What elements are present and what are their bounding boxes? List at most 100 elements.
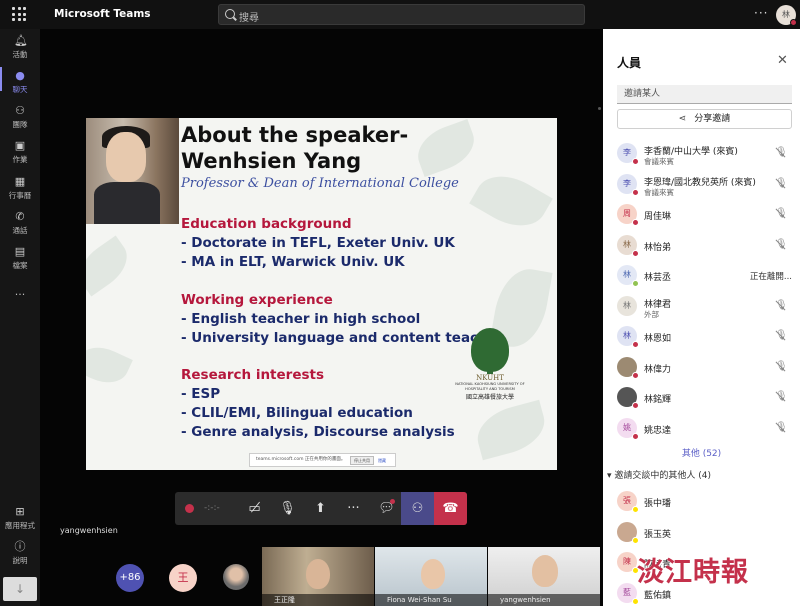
participant-name: 姚忠達 xyxy=(644,425,672,436)
video-tile[interactable]: Fiona Wei-Shan Su xyxy=(375,547,487,606)
leave-call-button[interactable]: ☎ xyxy=(434,492,467,525)
people-panel: 人員 ✕ 邀請某人 ⋖ 分享邀請 李李香蘭/中山大學 (來賓) 會議來賓 🎙︎ 李李恩瑋… xyxy=(603,29,800,606)
mic-off-button[interactable]: 🎙︎ xyxy=(271,492,304,525)
download-icon[interactable]: ↓ xyxy=(3,577,37,601)
share-invite-button[interactable]: ⋖ 分享邀請 xyxy=(617,109,792,129)
rail-item-calendar[interactable]: ▦ 行事曆 xyxy=(0,176,40,201)
slide-line: - Doctorate in TEFL, Exeter Univ. UK xyxy=(181,235,455,251)
video-tile[interactable]: 王正隆 xyxy=(262,547,374,606)
stop-sharing-button[interactable]: 停止共用 xyxy=(350,456,374,465)
participant-row[interactable]: 姚姚忠達 🎙︎ xyxy=(603,414,800,442)
more-participants-button[interactable]: +86 xyxy=(116,564,144,592)
more-actions-button[interactable]: ··· xyxy=(337,492,370,525)
camera-off-button[interactable]: ▭̸ xyxy=(238,492,271,525)
others-link[interactable]: 其他 (52) xyxy=(603,446,800,459)
participant-avatar: 陳 xyxy=(617,552,639,574)
mic-muted-icon: 🎙︎ xyxy=(775,299,788,311)
logo-university: NATIONAL KAOHSIUNG UNIVERSITY OF HOSPITA… xyxy=(455,382,525,391)
participant-avatar xyxy=(617,356,639,379)
hang-up-icon: ☎ xyxy=(442,501,459,516)
screen-share-notice: teams.microsoft.com 正在共用你的畫面。 停止共用 隱藏 xyxy=(249,453,396,467)
participant-avatar[interactable]: 王 xyxy=(169,564,197,592)
participant-row[interactable]: 李李香蘭/中山大學 (來賓) 會議來賓 🎙︎ xyxy=(603,139,800,167)
rail-item-activity[interactable]: 🔔︎ 活動 xyxy=(0,35,40,60)
participant-row[interactable]: 周周佳琳 🎙︎ xyxy=(603,200,800,228)
participant-name: 林芸丞 xyxy=(644,273,672,283)
rail-item-more[interactable]: ... xyxy=(0,285,40,298)
section-label: 邀請交談中的其他人 (4) xyxy=(614,471,712,481)
slide-line: - MA in ELT, Warwick Univ. UK xyxy=(181,254,405,270)
camera-off-icon: ▭̸ xyxy=(248,501,261,516)
share-screen-icon: ⬆ xyxy=(315,501,326,516)
participant-row[interactable]: 林偉力 🎙︎ xyxy=(603,353,800,381)
invite-input[interactable]: 邀請某人 xyxy=(617,85,792,104)
participant-row[interactable]: 林林芸丞 正在離開... xyxy=(603,261,800,289)
stage-indicator xyxy=(598,107,601,110)
presence-icon xyxy=(632,341,639,348)
participant-name: 林怡弟 xyxy=(644,242,672,253)
participant-row[interactable]: 林林怡弟 🎙︎ xyxy=(603,231,800,259)
slide-heading: Education background xyxy=(181,216,352,232)
slide-line: - Genre analysis, Discourse analysis xyxy=(181,424,455,440)
participant-name: 林恩如 xyxy=(644,334,672,344)
participant-row[interactable]: 林銘輝 🎙︎ xyxy=(603,383,800,411)
rail-label: 說明 xyxy=(12,556,28,565)
slide-title-line2: Wenhsien Yang xyxy=(181,149,362,173)
participant-avatar: 周 xyxy=(617,204,639,226)
user-avatar[interactable]: 林 xyxy=(776,5,797,26)
rail-item-calls[interactable]: ✆ 通話 xyxy=(0,211,40,236)
app-launcher-icon[interactable] xyxy=(12,7,26,21)
presence-icon xyxy=(632,536,639,544)
user-initial: 林 xyxy=(782,10,790,19)
bell-icon: 🔔︎ xyxy=(14,34,28,47)
phone-icon: ✆ xyxy=(15,210,25,223)
invite-section-header[interactable]: ▾ 邀請交談中的其他人 (4) xyxy=(607,468,711,481)
search-input[interactable]: 搜尋 xyxy=(218,4,585,25)
panel-title: 人員 xyxy=(617,56,642,70)
rail-item-assignments[interactable]: ▣ 作業 xyxy=(0,140,40,165)
slide-heading: Research interests xyxy=(181,367,325,383)
presence-icon xyxy=(632,402,639,409)
participant-row[interactable]: 林林恩如 🎙︎ xyxy=(603,322,800,350)
rail-item-help[interactable]: ⓘ 說明 xyxy=(0,541,40,566)
share-screen-button[interactable]: ⬆ xyxy=(304,492,337,525)
more-options-icon[interactable]: ··· xyxy=(754,6,768,20)
mic-muted-icon: 🎙︎ xyxy=(775,208,788,219)
participant-avatar: 李 xyxy=(617,143,639,165)
title-bar: Microsoft Teams 搜尋 ··· 林 xyxy=(0,0,800,29)
university-logo: NKUHT NATIONAL KAOHSIUNG UNIVERSITY OF H… xyxy=(454,328,526,410)
shared-slide: About the speaker- Wenhsien Yang Profess… xyxy=(86,118,557,470)
slide-title: About the speaker- Wenhsien Yang xyxy=(181,122,408,174)
share-invite-label: 分享邀請 xyxy=(694,114,731,124)
leaf-decoration xyxy=(469,163,553,239)
participant-role: 會議來賓 xyxy=(644,157,674,166)
participant-row[interactable]: 林林律君 外部 🎙︎ xyxy=(603,292,800,320)
participant-status: 正在離開... xyxy=(749,272,792,282)
participant-avatar[interactable] xyxy=(223,564,249,590)
leaf-decoration xyxy=(86,339,133,391)
rail-item-teams[interactable]: ⚇ 團隊 xyxy=(0,105,40,130)
chat-button[interactable]: 💬︎ xyxy=(370,492,403,525)
rail-item-chat[interactable]: ● 聊天 xyxy=(0,70,40,95)
mic-muted-icon: 🎙︎ xyxy=(775,147,788,158)
rail-label: 檔案 xyxy=(12,261,28,270)
rail-label: 活動 xyxy=(12,50,28,59)
rail-item-files[interactable]: ▤ 檔案 xyxy=(0,246,40,271)
close-icon[interactable]: ✕ xyxy=(777,53,788,68)
participant-avatar: 姚 xyxy=(617,417,639,440)
presence-icon xyxy=(632,219,639,226)
video-tile[interactable]: yangwenhsien xyxy=(488,547,600,606)
participant-avatar: 李 xyxy=(617,173,639,196)
app-rail: 🔔︎ 活動 ● 聊天 ⚇ 團隊 ▣ 作業 ▦ 行事曆 ✆ 通話 ▤ 檔案 ... xyxy=(0,29,40,606)
calendar-icon: ▦ xyxy=(14,175,26,188)
hide-notice-link[interactable]: 隱藏 xyxy=(378,456,386,465)
slide-line: - English teacher in high school xyxy=(181,311,421,327)
participant-row[interactable]: 張張中璠 xyxy=(603,487,800,515)
participant-avatar: 林 xyxy=(617,265,639,287)
participant-row[interactable]: 李李恩瑋/國北教兒英所 (來賓) 會議來賓 🎙︎ xyxy=(603,170,800,198)
rail-item-apps[interactable]: ⊞ 應用程式 xyxy=(0,506,40,531)
participant-row[interactable]: 張玉英 xyxy=(603,518,800,546)
participant-name: 張玉英 xyxy=(644,529,672,540)
participant-avatar xyxy=(617,521,639,544)
participants-button[interactable]: ⚇ xyxy=(401,492,434,525)
